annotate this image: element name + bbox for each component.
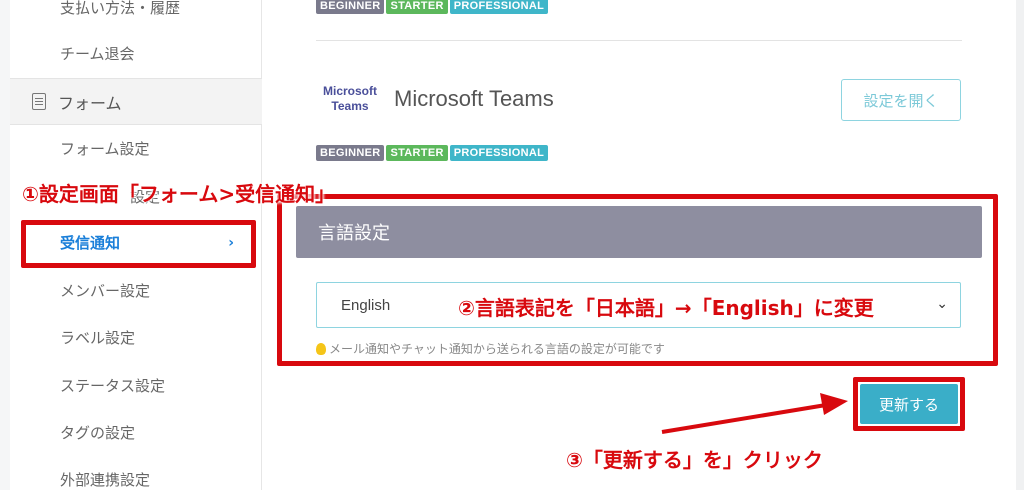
annotation-arrow-icon xyxy=(661,393,848,434)
